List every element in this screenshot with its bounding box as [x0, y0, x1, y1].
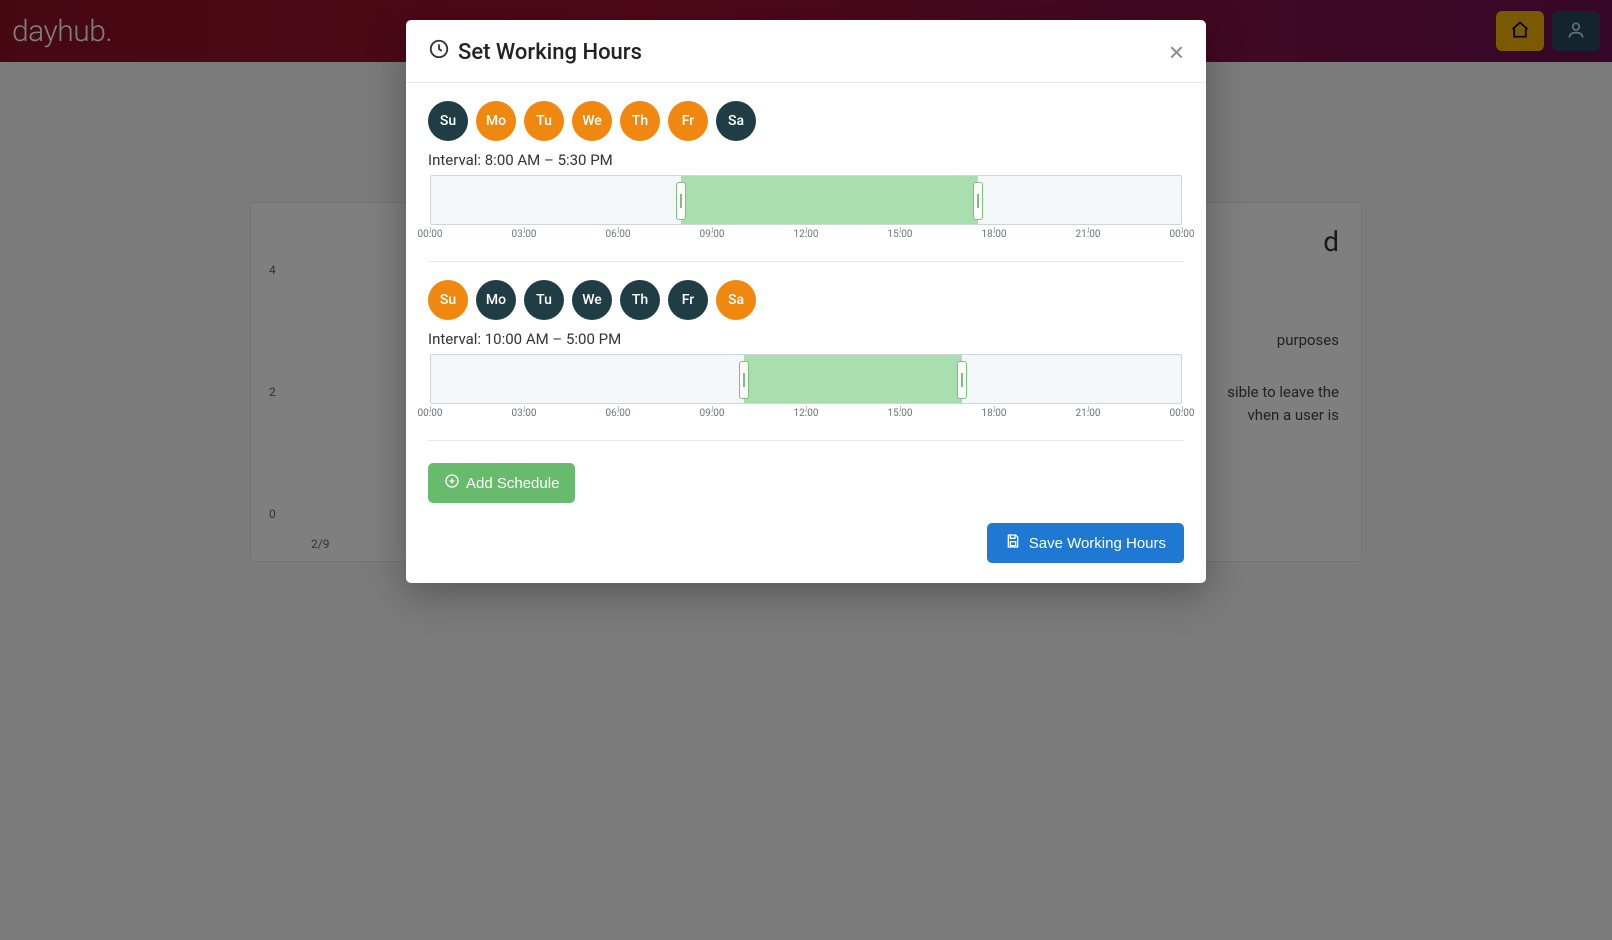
working-hours-modal: Set Working Hours × SuMoTuWeThFrSaInterv…: [406, 20, 1206, 583]
slider-ticks: 00:0003:0006:0009:0012:0015:0018:0021:00…: [430, 406, 1182, 424]
close-button[interactable]: ×: [1169, 39, 1184, 65]
add-schedule-label: Add Schedule: [466, 475, 559, 492]
slider-handle-start[interactable]: [676, 182, 686, 220]
days-row: SuMoTuWeThFrSa: [428, 280, 1184, 320]
day-toggle-th[interactable]: Th: [620, 101, 660, 141]
day-toggle-sa[interactable]: Sa: [716, 280, 756, 320]
tick-label: 09:00: [700, 229, 725, 240]
slider-range[interactable]: [744, 355, 963, 403]
slider-track[interactable]: [430, 175, 1182, 225]
day-toggle-tu[interactable]: Tu: [524, 280, 564, 320]
day-toggle-mo[interactable]: Mo: [476, 101, 516, 141]
tick-label: 03:00: [512, 229, 537, 240]
slider-handle-start[interactable]: [739, 361, 749, 399]
modal-footer: Save Working Hours: [406, 519, 1206, 583]
day-toggle-su[interactable]: Su: [428, 280, 468, 320]
tick-label: 12:00: [794, 229, 819, 240]
tick-label: 15:00: [888, 408, 913, 419]
slider-track[interactable]: [430, 354, 1182, 404]
tick-label: 21:00: [1076, 229, 1101, 240]
days-row: SuMoTuWeThFrSa: [428, 101, 1184, 141]
modal-title-text: Set Working Hours: [458, 40, 642, 65]
tick-label: 03:00: [512, 408, 537, 419]
interval-label: Interval: 10:00 AM – 5:00 PM: [428, 330, 1184, 348]
day-toggle-mo[interactable]: Mo: [476, 280, 516, 320]
tick-label: 00:00: [1170, 229, 1195, 240]
time-range-slider[interactable]: 00:0003:0006:0009:0012:0015:0018:0021:00…: [430, 175, 1182, 245]
clock-icon: [428, 38, 450, 66]
tick-label: 00:00: [1170, 408, 1195, 419]
tick-label: 06:00: [606, 408, 631, 419]
save-button[interactable]: Save Working Hours: [987, 523, 1184, 563]
day-toggle-tu[interactable]: Tu: [524, 101, 564, 141]
tick-label: 18:00: [982, 408, 1007, 419]
save-icon: [1005, 533, 1021, 553]
add-schedule-button[interactable]: Add Schedule: [428, 463, 575, 503]
modal-overlay[interactable]: Set Working Hours × SuMoTuWeThFrSaInterv…: [0, 0, 1612, 940]
day-toggle-su[interactable]: Su: [428, 101, 468, 141]
modal-body: SuMoTuWeThFrSaInterval: 8:00 AM – 5:30 P…: [406, 83, 1206, 519]
slider-ticks: 00:0003:0006:0009:0012:0015:0018:0021:00…: [430, 227, 1182, 245]
slider-range[interactable]: [681, 176, 978, 224]
tick-label: 12:00: [794, 408, 819, 419]
tick-label: 00:00: [418, 408, 443, 419]
schedule-block: SuMoTuWeThFrSa Interval: 8:00 AM – 5:30 P…: [428, 101, 1184, 262]
tick-label: 21:00: [1076, 408, 1101, 419]
tick-label: 18:00: [982, 229, 1007, 240]
day-toggle-th[interactable]: Th: [620, 280, 660, 320]
tick-label: 15:00: [888, 229, 913, 240]
modal-header: Set Working Hours ×: [406, 20, 1206, 83]
schedule-block: SuMoTuWeThFrSa Interval: 10:00 AM – 5:00 …: [428, 280, 1184, 441]
slider-handle-end[interactable]: [957, 361, 967, 399]
interval-label: Interval: 8:00 AM – 5:30 PM: [428, 151, 1184, 169]
day-toggle-fr[interactable]: Fr: [668, 280, 708, 320]
day-toggle-we[interactable]: We: [572, 101, 612, 141]
tick-label: 06:00: [606, 229, 631, 240]
slider-handle-end[interactable]: [973, 182, 983, 220]
day-toggle-sa[interactable]: Sa: [716, 101, 756, 141]
day-toggle-fr[interactable]: Fr: [668, 101, 708, 141]
tick-label: 09:00: [700, 408, 725, 419]
day-toggle-we[interactable]: We: [572, 280, 612, 320]
save-button-label: Save Working Hours: [1029, 535, 1166, 552]
modal-title: Set Working Hours: [428, 38, 642, 66]
plus-circle-icon: [444, 473, 460, 493]
time-range-slider[interactable]: 00:0003:0006:0009:0012:0015:0018:0021:00…: [430, 354, 1182, 424]
tick-label: 00:00: [418, 229, 443, 240]
